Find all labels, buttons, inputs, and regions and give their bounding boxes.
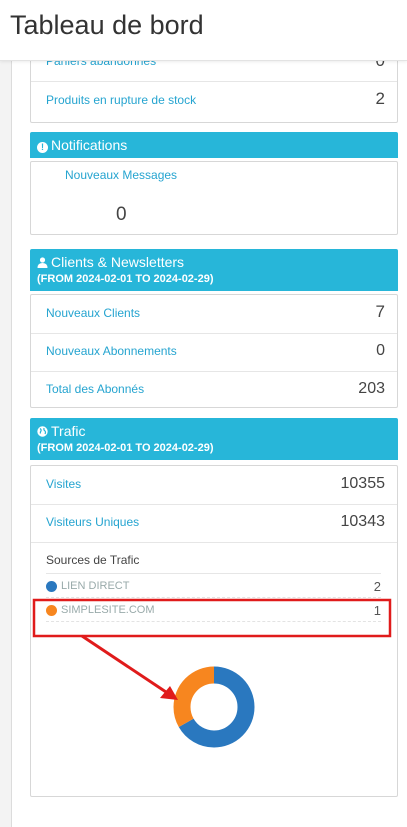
notifications-title: Notifications <box>51 137 128 153</box>
page-title: Tableau de bord <box>10 10 204 40</box>
visits-value: 10355 <box>340 475 386 492</box>
out-of-stock-link[interactable]: Produits en rupture de stock <box>46 93 196 107</box>
traffic-card: Visites 10355 Visiteurs Uniques 10343 So… <box>30 465 398 797</box>
new-messages-link[interactable]: Nouveaux Messages <box>65 168 177 182</box>
unique-visitors-value: 10343 <box>340 513 386 530</box>
source-value-simplesite: 1 <box>373 603 381 618</box>
divider <box>46 597 381 598</box>
traffic-title: Trafic <box>51 423 86 439</box>
new-subscriptions-link[interactable]: Nouveaux Abonnements <box>46 344 177 358</box>
new-customers-link[interactable]: Nouveaux Clients <box>46 306 140 320</box>
divider <box>46 573 381 574</box>
notifications-header: ! Notifications <box>30 132 398 158</box>
total-subscribers-link[interactable]: Total des Abonnés <box>46 382 144 396</box>
exclamation-circle-icon: ! <box>37 142 48 153</box>
list-item: Nouveaux Abonnements 0 <box>31 333 397 372</box>
clients-card: Nouveaux Clients 7 Nouveaux Abonnements … <box>30 294 398 408</box>
clients-title: Clients & Newsletters <box>51 254 185 270</box>
sidebar-rail <box>0 61 12 827</box>
list-item: Visites 10355 <box>31 466 397 505</box>
clients-date-range: (FROM 2024-02-01 TO 2024-02-29) <box>37 273 214 285</box>
clients-header: Clients & Newsletters (FROM 2024-02-01 T… <box>30 249 398 291</box>
source-label-direct-link: LIEN DIRECT <box>61 580 130 592</box>
traffic-sources-donut-chart <box>173 666 255 748</box>
new-messages-value: 0 <box>116 204 127 225</box>
legend-dot-simplesite <box>46 605 57 616</box>
list-item: Nouveaux Clients 7 <box>31 295 397 334</box>
notifications-card: Nouveaux Messages 0 <box>30 161 398 235</box>
user-icon <box>37 257 48 268</box>
list-item: Total des Abonnés 203 <box>31 371 397 409</box>
list-item: Produits en rupture de stock 2 <box>31 82 397 120</box>
out-of-stock-value: 2 <box>375 89 385 108</box>
traffic-date-range: (FROM 2024-02-01 TO 2024-02-29) <box>37 442 214 454</box>
traffic-sources-title: Sources de Trafic <box>46 553 140 567</box>
divider <box>46 621 381 622</box>
total-subscribers-value: 203 <box>358 380 385 397</box>
source-value-direct-link: 2 <box>373 579 381 594</box>
page-header: Tableau de bord <box>0 0 407 61</box>
globe-icon <box>37 426 48 437</box>
source-label-simplesite: SIMPLESITE.COM <box>61 604 155 616</box>
new-customers-value: 7 <box>375 302 385 321</box>
visits-link[interactable]: Visites <box>46 477 81 491</box>
list-item: Visiteurs Uniques 10343 <box>31 504 397 543</box>
traffic-header: Trafic (FROM 2024-02-01 TO 2024-02-29) <box>30 418 398 460</box>
new-subscriptions-value: 0 <box>376 342 385 359</box>
unique-visitors-link[interactable]: Visiteurs Uniques <box>46 515 139 529</box>
legend-dot-direct-link <box>46 581 57 592</box>
